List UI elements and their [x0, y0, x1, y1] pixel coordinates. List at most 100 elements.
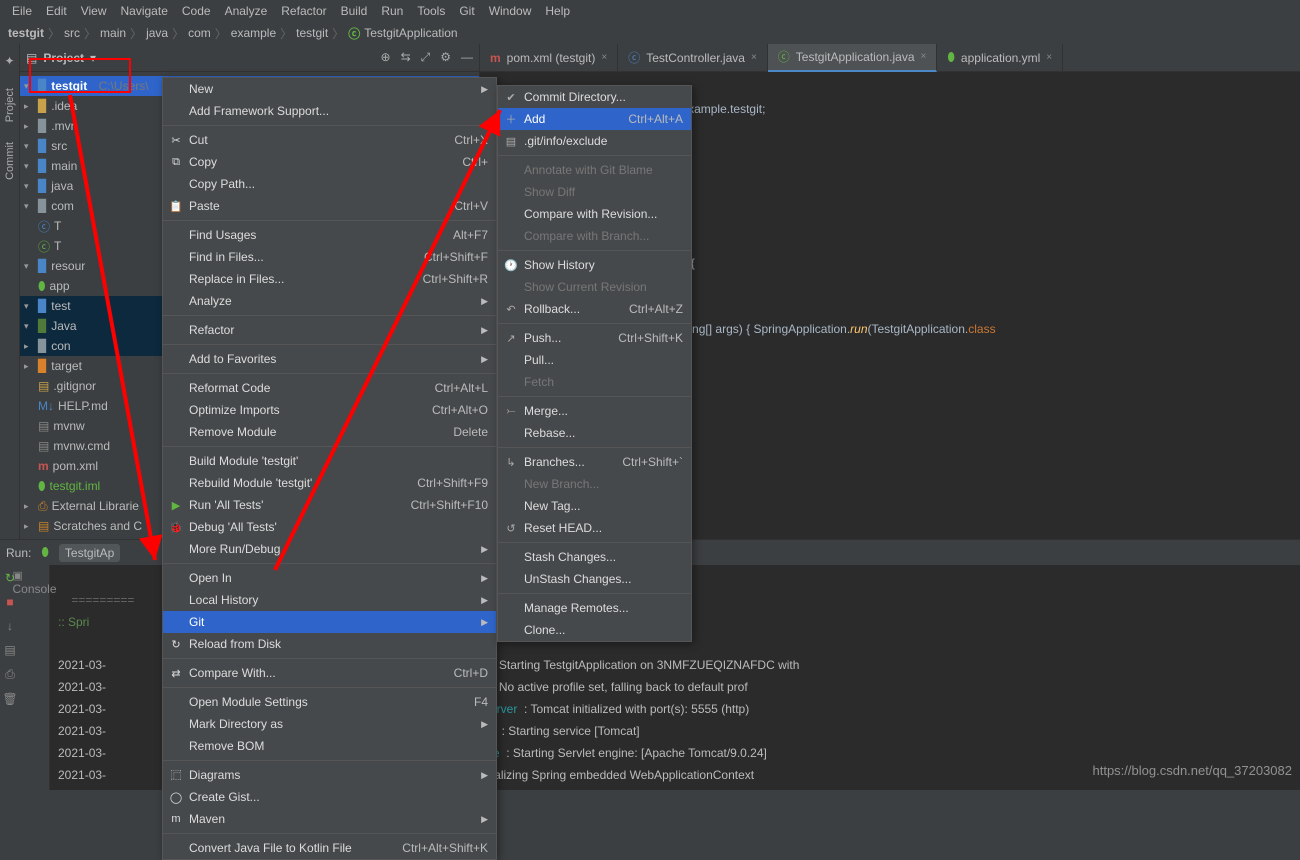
git-compare-rev[interactable]: Compare with Revision... [498, 203, 691, 225]
ctx-find-usages[interactable]: Find UsagesAlt+F7 [163, 224, 496, 246]
crumb[interactable]: com [188, 26, 211, 40]
crumb-class[interactable]: TestgitApplication [364, 26, 457, 40]
tool-stripe[interactable]: ✦ Project Commit [0, 44, 20, 564]
down-icon[interactable]: ↓ [7, 619, 13, 633]
expand-icon[interactable]: ⤢ [421, 50, 431, 65]
git-push[interactable]: ↗Push...Ctrl+Shift+K [498, 327, 691, 349]
git-rollback[interactable]: ↶Rollback...Ctrl+Alt+Z [498, 298, 691, 320]
git-submenu[interactable]: ✔Commit Directory... ＋AddCtrl+Alt+A ▤.gi… [497, 85, 692, 642]
git-remotes[interactable]: Manage Remotes... [498, 597, 691, 619]
menu-view[interactable]: View [75, 2, 113, 20]
menu-git[interactable]: Git [453, 2, 480, 20]
git-commit-dir[interactable]: ✔Commit Directory... [498, 86, 691, 108]
menu-build[interactable]: Build [335, 2, 374, 20]
print-icon[interactable]: ⎙ [5, 667, 15, 682]
git-exclude[interactable]: ▤.git/info/exclude [498, 130, 691, 152]
ctx-cut[interactable]: ✂CutCtrl+X [163, 129, 496, 151]
tab-pom[interactable]: mpom.xml (testgit)× [480, 44, 618, 72]
commit-icon[interactable]: ✦ [4, 54, 14, 68]
menu-help[interactable]: Help [539, 2, 576, 20]
run-config[interactable]: TestgitAp [59, 544, 120, 562]
git-fetch[interactable]: Fetch [498, 371, 691, 393]
menu-file[interactable]: Eile [6, 2, 38, 20]
crumb[interactable]: testgit [296, 26, 328, 40]
git-clone[interactable]: Clone... [498, 619, 691, 641]
menu-window[interactable]: Window [483, 2, 538, 20]
git-branches[interactable]: ↳Branches...Ctrl+Shift+` [498, 451, 691, 473]
breadcrumb[interactable]: testgit〉 src〉 main〉 java〉 com〉 example〉 … [0, 22, 1300, 44]
ctx-local-history[interactable]: Local History▶ [163, 589, 496, 611]
git-unstash[interactable]: UnStash Changes... [498, 568, 691, 590]
git-pull[interactable]: Pull... [498, 349, 691, 371]
tab-applicationyml[interactable]: ⬮application.yml× [937, 44, 1063, 72]
menu-tools[interactable]: Tools [411, 2, 451, 20]
ctx-reload[interactable]: ↻Reload from Disk [163, 633, 496, 655]
crumb[interactable]: example [231, 26, 276, 40]
panel-title[interactable]: Project [43, 51, 84, 65]
ctx-more-run[interactable]: More Run/Debug▶ [163, 538, 496, 560]
ctx-optimize[interactable]: Optimize ImportsCtrl+Alt+O [163, 399, 496, 421]
ctx-replace[interactable]: Replace in Files...Ctrl+Shift+R [163, 268, 496, 290]
context-menu[interactable]: New▶ Add Framework Support... ✂CutCtrl+X… [162, 77, 497, 860]
run-toolbar-left[interactable]: ↻ ■ ↓ ▤ ⎙ 🗑 [0, 565, 20, 790]
ctx-build-module[interactable]: Build Module 'testgit' [163, 450, 496, 472]
menu-code[interactable]: Code [176, 2, 217, 20]
git-reset[interactable]: ↺Reset HEAD... [498, 517, 691, 539]
git-rebase[interactable]: Rebase... [498, 422, 691, 444]
layout-icon[interactable]: ▤ [4, 643, 15, 657]
ctx-module-settings[interactable]: Open Module SettingsF4 [163, 691, 496, 713]
ctx-maven[interactable]: mMaven▶ [163, 808, 496, 830]
chevron-down-icon[interactable]: ▾ [90, 51, 96, 65]
collapse-icon[interactable]: ⇆ [401, 50, 411, 65]
ctx-add-framework[interactable]: Add Framework Support... [163, 100, 496, 122]
commit-tool[interactable]: Commit [4, 142, 16, 180]
locate-icon[interactable]: ⊕ [381, 50, 391, 65]
trash-icon[interactable]: 🗑 [2, 692, 17, 706]
editor-tabs[interactable]: mpom.xml (testgit)× ⓒTestController.java… [480, 44, 1300, 72]
ctx-gist[interactable]: ◯Create Gist... [163, 786, 496, 808]
git-stash[interactable]: Stash Changes... [498, 546, 691, 568]
git-diff[interactable]: Show Diff [498, 181, 691, 203]
menu-refactor[interactable]: Refactor [275, 2, 332, 20]
git-blame[interactable]: Annotate with Git Blame [498, 159, 691, 181]
ctx-kotlin[interactable]: Convert Java File to Kotlin FileCtrl+Alt… [163, 837, 496, 859]
ctx-mark-dir[interactable]: Mark Directory as▶ [163, 713, 496, 735]
gear-icon[interactable]: ⚙ [440, 50, 451, 65]
hide-icon[interactable]: — [461, 50, 473, 65]
git-show-history[interactable]: 🕐Show History [498, 254, 691, 276]
ctx-run-tests[interactable]: ▶Run 'All Tests'Ctrl+Shift+F10 [163, 494, 496, 516]
ctx-refactor[interactable]: Refactor▶ [163, 319, 496, 341]
tab-testcontroller[interactable]: ⓒTestController.java× [618, 44, 768, 72]
ctx-debug-tests[interactable]: 🐞Debug 'All Tests' [163, 516, 496, 538]
run-side[interactable]: ▣ Console [20, 565, 50, 790]
menu-analyze[interactable]: Analyze [219, 2, 274, 20]
menu-edit[interactable]: Edit [40, 2, 73, 20]
ctx-remove-module[interactable]: Remove ModuleDelete [163, 421, 496, 443]
ctx-analyze[interactable]: Analyze▶ [163, 290, 496, 312]
git-current-rev[interactable]: Show Current Revision [498, 276, 691, 298]
project-tool[interactable]: Project [4, 88, 16, 122]
ctx-favorites[interactable]: Add to Favorites▶ [163, 348, 496, 370]
crumb[interactable]: main [100, 26, 126, 40]
ctx-copy[interactable]: ⧉CopyCtrl+ [163, 151, 496, 173]
ctx-reformat[interactable]: Reformat CodeCtrl+Alt+L [163, 377, 496, 399]
ctx-copypath[interactable]: Copy Path... [163, 173, 496, 195]
menu-run[interactable]: Run [375, 2, 409, 20]
ctx-rebuild-module[interactable]: Rebuild Module 'testgit'Ctrl+Shift+F9 [163, 472, 496, 494]
ctx-diagrams[interactable]: ⿸Diagrams▶ [163, 764, 496, 786]
crumb[interactable]: java [146, 26, 168, 40]
crumb[interactable]: src [64, 26, 80, 40]
git-merge[interactable]: ⤚Merge... [498, 400, 691, 422]
ctx-find-files[interactable]: Find in Files...Ctrl+Shift+F [163, 246, 496, 268]
git-add[interactable]: ＋AddCtrl+Alt+A [498, 108, 691, 130]
menu-navigate[interactable]: Navigate [115, 2, 174, 20]
stop-icon[interactable]: ■ [6, 595, 13, 609]
ctx-paste[interactable]: 📋PasteCtrl+V [163, 195, 496, 217]
git-new-branch[interactable]: New Branch... [498, 473, 691, 495]
ctx-open-in[interactable]: Open In▶ [163, 567, 496, 589]
ctx-remove-bom[interactable]: Remove BOM [163, 735, 496, 757]
ctx-git[interactable]: Git▶ [163, 611, 496, 633]
ctx-new[interactable]: New▶ [163, 78, 496, 100]
git-new-tag[interactable]: New Tag... [498, 495, 691, 517]
crumb-project[interactable]: testgit [8, 26, 44, 40]
